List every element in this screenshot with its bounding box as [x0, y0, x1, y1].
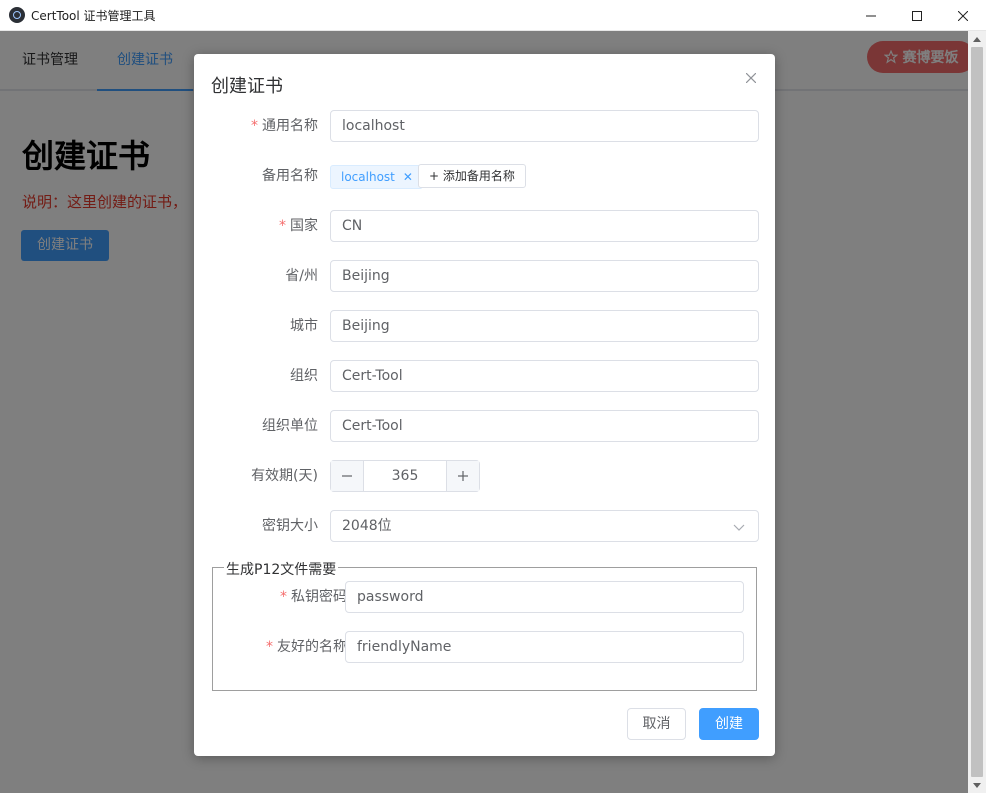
common-name-input[interactable]: localhost — [330, 110, 759, 142]
scrollbar-thumb[interactable] — [971, 47, 983, 777]
validity-stepper[interactable]: 365 — [330, 460, 480, 492]
close-button[interactable] — [940, 0, 986, 31]
validity-value[interactable]: 365 — [364, 461, 446, 491]
window-controls — [848, 0, 986, 31]
friendly-name-input[interactable]: friendlyName — [345, 631, 744, 663]
maximize-button[interactable] — [894, 0, 940, 31]
form-row-key-size: 密钥大小 2048位 — [194, 510, 775, 542]
province-label: 省/州 — [285, 268, 318, 284]
org-label: 组织 — [290, 368, 318, 384]
form-row-validity: 有效期(天) 365 — [194, 460, 775, 492]
org-unit-input[interactable]: Cert-Tool — [330, 410, 759, 442]
common-name-label: * 通用名称 — [251, 118, 318, 134]
alt-name-tag: localhost ✕ — [330, 165, 423, 189]
form-row-province: 省/州 Beijing — [194, 260, 775, 292]
chevron-down-icon — [733, 524, 745, 531]
create-button[interactable]: 创建 — [699, 708, 759, 740]
close-icon — [958, 10, 968, 21]
password-input[interactable]: password — [345, 581, 744, 613]
minus-icon — [342, 475, 352, 477]
key-size-label: 密钥大小 — [262, 518, 318, 534]
alt-names-label: 备用名称 — [262, 168, 318, 184]
city-input[interactable]: Beijing — [330, 310, 759, 342]
add-alt-name-button[interactable]: + 添加备用名称 — [418, 164, 526, 188]
form-row-org-unit: 组织单位 Cert-Tool — [194, 410, 775, 442]
form-row-friendly-name: * 友好的名称 friendlyName — [209, 631, 790, 663]
form-row-city: 城市 Beijing — [194, 310, 775, 342]
minimize-icon — [866, 15, 876, 16]
form-row-country: * 国家 CN — [194, 210, 775, 242]
org-input[interactable]: Cert-Tool — [330, 360, 759, 392]
password-label: * 私钥密码 — [280, 589, 347, 605]
cancel-button[interactable]: 取消 — [627, 708, 686, 740]
create-cert-dialog: 创建证书 * 通用名称 localhost 备用名称 localhost ✕ + … — [194, 54, 775, 756]
window-title: CertTool 证书管理工具 — [31, 8, 156, 23]
tag-close-icon[interactable]: ✕ — [403, 166, 413, 188]
country-label: * 国家 — [279, 218, 318, 234]
city-label: 城市 — [290, 318, 318, 334]
minimize-button[interactable] — [848, 0, 894, 31]
friendly-name-label: * 友好的名称 — [266, 639, 347, 655]
validity-label: 有效期(天) — [251, 468, 318, 484]
province-input[interactable]: Beijing — [330, 260, 759, 292]
scroll-down-arrow-icon[interactable] — [968, 777, 986, 793]
plus-icon — [458, 471, 468, 481]
scroll-up-arrow-icon[interactable] — [968, 31, 986, 47]
form-row-common-name: * 通用名称 localhost — [194, 110, 775, 142]
decrement-button[interactable] — [331, 461, 364, 491]
alt-name-tag-label: localhost — [341, 170, 395, 184]
form-row-org: 组织 Cert-Tool — [194, 360, 775, 392]
org-unit-label: 组织单位 — [262, 418, 318, 434]
app-logo-icon — [9, 7, 25, 23]
key-size-value: 2048位 — [342, 518, 392, 534]
form-row-password: * 私钥密码 password — [209, 581, 790, 613]
dialog-close-icon[interactable] — [743, 70, 759, 86]
key-size-select[interactable]: 2048位 — [330, 510, 759, 542]
dialog-title: 创建证书 — [211, 76, 283, 97]
vertical-scrollbar[interactable] — [968, 31, 986, 793]
window-titlebar: CertTool 证书管理工具 — [0, 0, 986, 31]
maximize-icon — [912, 10, 922, 21]
p12-legend: 生成P12文件需要 — [224, 559, 339, 579]
increment-button[interactable] — [446, 461, 479, 491]
country-input[interactable]: CN — [330, 210, 759, 242]
